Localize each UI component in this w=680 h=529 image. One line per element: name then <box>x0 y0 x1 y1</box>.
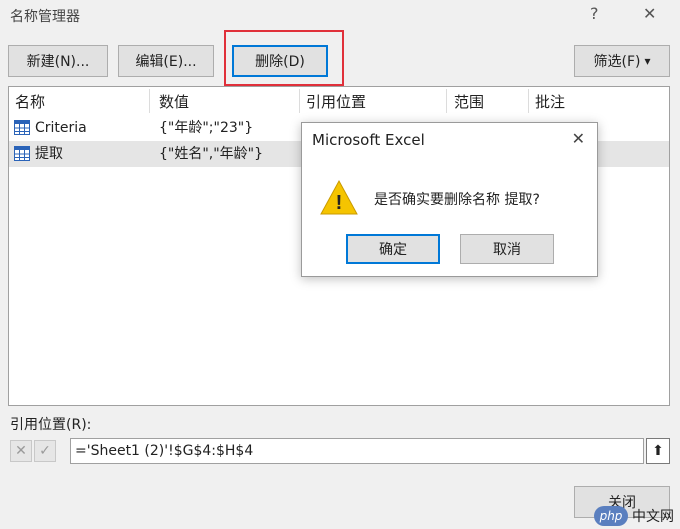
column-divider[interactable] <box>299 89 300 113</box>
ok-button[interactable]: 确定 <box>346 234 440 264</box>
collapse-dialog-icon: ⬆ <box>652 443 664 459</box>
watermark-text: 中文网 <box>632 509 674 525</box>
column-divider[interactable] <box>446 89 447 113</box>
window-close-button[interactable]: ✕ <box>643 4 656 23</box>
filter-button[interactable]: 筛选(F) ▾ <box>574 45 670 77</box>
window-title: 名称管理器 <box>10 9 80 25</box>
confirm-delete-dialog: Microsoft Excel ✕ ! 是否确实要删除名称 提取? 确定 取消 <box>301 122 598 277</box>
edit-button[interactable]: 编辑(E)... <box>118 45 214 77</box>
dialog-title: Microsoft Excel <box>312 131 425 149</box>
value-cell: {"姓名","年龄"} <box>159 146 264 162</box>
name-cell: 提取 <box>35 146 63 162</box>
refers-to-label: 引用位置(R): <box>10 417 92 433</box>
php-logo: php <box>594 506 628 526</box>
named-range-icon <box>14 120 30 135</box>
column-header-scope[interactable]: 范围 <box>454 91 484 113</box>
column-divider[interactable] <box>528 89 529 113</box>
warning-icon: ! <box>320 179 358 215</box>
new-button[interactable]: 新建(N)... <box>8 45 108 77</box>
filter-label: 筛选(F) <box>593 54 641 70</box>
watermark: php 中文网 <box>594 506 674 526</box>
chevron-down-icon: ▾ <box>644 54 651 68</box>
named-range-icon <box>14 146 30 161</box>
dialog-close-button[interactable]: ✕ <box>572 129 585 148</box>
help-button[interactable]: ? <box>590 4 599 23</box>
column-divider[interactable] <box>149 89 150 113</box>
column-header-value[interactable]: 数值 <box>159 91 189 113</box>
refers-to-input[interactable]: ='Sheet1 (2)'!$G$4:$H$4 <box>70 438 644 464</box>
cancel-edit-button[interactable]: ✕ <box>10 440 32 462</box>
value-cell: {"年龄";"23"} <box>159 120 254 136</box>
column-header-name[interactable]: 名称 <box>15 91 45 113</box>
confirm-edit-button[interactable]: ✓ <box>34 440 56 462</box>
column-header-comment[interactable]: 批注 <box>535 91 565 113</box>
list-header: 名称 数值 引用位置 范围 批注 <box>9 87 669 115</box>
column-header-refers-to[interactable]: 引用位置 <box>306 91 366 113</box>
dialog-message: 是否确实要删除名称 提取? <box>374 192 540 208</box>
name-cell: Criteria <box>35 120 87 136</box>
range-picker-button[interactable]: ⬆ <box>646 438 670 464</box>
close-icon: ✕ <box>15 443 27 459</box>
check-icon: ✓ <box>39 443 51 459</box>
warning-mark: ! <box>336 192 343 214</box>
cancel-button[interactable]: 取消 <box>460 234 554 264</box>
delete-highlight-box <box>224 30 344 86</box>
